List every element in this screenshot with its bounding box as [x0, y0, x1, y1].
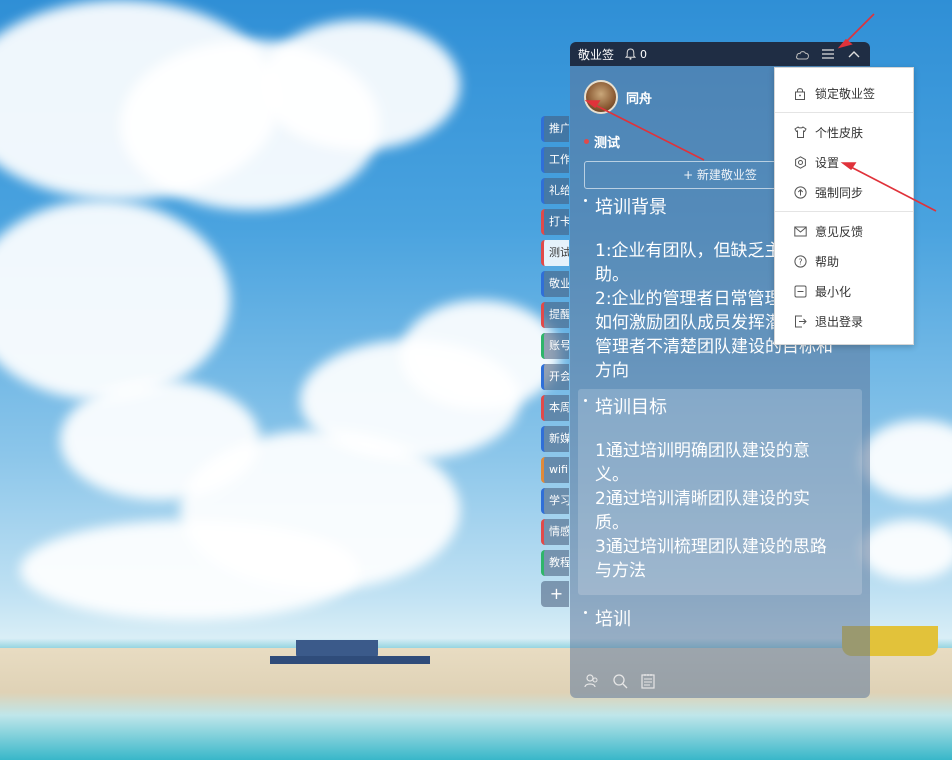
side-tab[interactable]: 打卡	[541, 209, 569, 235]
settings-icon	[793, 155, 807, 169]
note-item[interactable]: 培训目标 1通过培训明确团队建设的意 义。 2通过培训清晰团队建设的实 质。 3…	[578, 389, 862, 595]
svg-text:?: ?	[798, 257, 802, 266]
note-bullet	[584, 611, 587, 614]
side-tab[interactable]: 开会	[541, 364, 569, 390]
menu-item-force-sync[interactable]: 强制同步	[775, 177, 913, 207]
help-icon: ?	[793, 254, 807, 268]
notepad-icon[interactable]	[640, 673, 656, 689]
app-title: 敬业签	[578, 47, 615, 62]
side-tab[interactable]: 提醒	[541, 302, 569, 328]
menu-item-settings[interactable]: 设置	[775, 147, 913, 177]
logout-icon	[793, 314, 807, 328]
menu-item-label: 设置	[815, 155, 840, 170]
menu-item-label: 强制同步	[815, 185, 864, 200]
current-group-name: 测试	[594, 136, 621, 151]
lock-icon	[793, 86, 807, 100]
search-icon[interactable]	[612, 673, 628, 689]
notification-count: 0	[640, 47, 648, 61]
side-tab[interactable]: 新媒	[541, 426, 569, 452]
side-tab[interactable]: 礼给	[541, 178, 569, 204]
collapse-chevron-up-icon[interactable]	[846, 46, 862, 62]
notification-button[interactable]: 0	[622, 46, 647, 62]
side-tab[interactable]: 学习	[541, 488, 569, 514]
bottom-toolbar	[570, 664, 870, 698]
side-tab[interactable]: 教程	[541, 550, 569, 576]
group-color-dot	[584, 139, 589, 144]
side-tab[interactable]: 工作	[541, 147, 569, 173]
menu-item-help[interactable]: ? 帮助	[775, 246, 913, 276]
side-tab[interactable]: wifi	[541, 457, 569, 483]
menu-divider	[775, 211, 913, 212]
menu-divider	[775, 112, 913, 113]
note-item[interactable]: 培训	[570, 601, 870, 647]
bell-icon	[622, 46, 638, 62]
avatar[interactable]	[584, 80, 618, 114]
menu-item-label: 帮助	[815, 254, 840, 269]
user-name: 同舟	[626, 91, 653, 107]
side-tab[interactable]: 敬业	[541, 271, 569, 297]
add-group-button[interactable]: +	[541, 581, 569, 607]
note-body: 1通过培训明确团队建设的意 义。 2通过培训清晰团队建设的实 质。 3通过培训梳…	[595, 441, 827, 581]
menu-item-lock[interactable]: 锁定敬业签	[775, 78, 913, 108]
menu-item-feedback[interactable]: 意见反馈	[775, 216, 913, 246]
menu-item-label: 个性皮肤	[815, 125, 864, 140]
menu-item-label: 锁定敬业签	[815, 86, 876, 101]
shirt-icon	[793, 125, 807, 139]
side-tabs: 推广工作礼给打卡测试敬业提醒账号开会本周新媒 wifi 学习情感教程 +	[541, 116, 571, 612]
menu-item-label: 意见反馈	[815, 224, 864, 239]
side-tab[interactable]: 情感	[541, 519, 569, 545]
contacts-icon[interactable]	[584, 673, 600, 689]
menu-item-label: 最小化	[815, 284, 852, 299]
side-tab[interactable]: 推广	[541, 116, 569, 142]
note-title: 培训	[595, 609, 631, 630]
side-tab[interactable]: 测试	[541, 240, 569, 266]
cloud-sync-icon[interactable]	[794, 46, 810, 62]
menu-icon[interactable]	[820, 46, 836, 62]
note-bullet	[584, 399, 587, 402]
note-title: 培训目标	[595, 397, 667, 418]
sync-icon	[793, 185, 807, 199]
menu-item-label: 退出登录	[815, 314, 864, 329]
side-tab[interactable]: 本周	[541, 395, 569, 421]
mail-icon	[793, 224, 807, 238]
menu-item-minimize[interactable]: 最小化	[775, 276, 913, 306]
minimize-icon	[793, 284, 807, 298]
menu-item-logout[interactable]: 退出登录	[775, 306, 913, 336]
side-tab[interactable]: 账号	[541, 333, 569, 359]
main-menu-dropdown: 锁定敬业签 个性皮肤 设置 强制同步 意见反馈 ? 帮助 最小化 退出登录	[774, 67, 914, 345]
note-bullet	[584, 199, 587, 202]
title-bar: 敬业签 0	[570, 42, 870, 66]
menu-item-skin[interactable]: 个性皮肤	[775, 117, 913, 147]
